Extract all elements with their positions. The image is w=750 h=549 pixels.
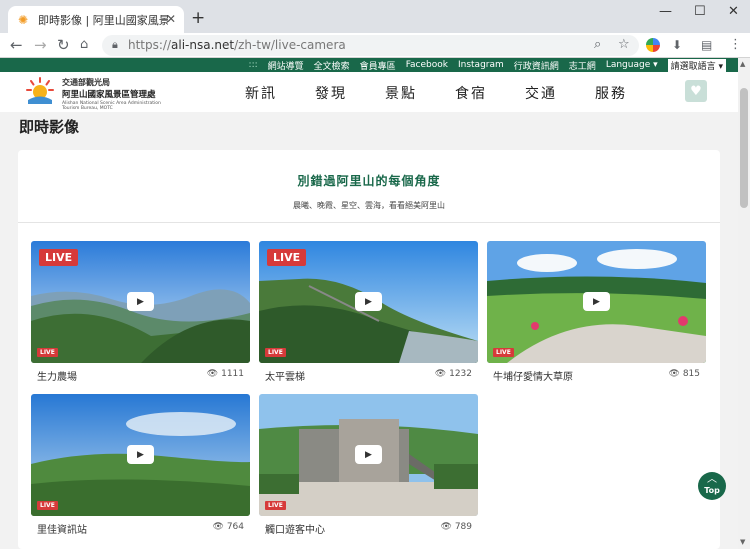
live-badge-small: LIVE — [265, 348, 286, 357]
live-camera-card: 別錯過阿里山的每個角度 晨曦、晚霞、星空、雲海，看看絕美阿里山 LIVE ▶ L… — [18, 150, 720, 549]
menu-kebab-icon[interactable]: ⋮ — [729, 37, 742, 52]
camera-name[interactable]: 牛埔仔愛情大草原 — [493, 368, 573, 383]
language-dropdown[interactable]: Language ▾ — [606, 60, 658, 70]
view-count: 👁︎ 815 — [668, 369, 700, 379]
eye-icon: 👁︎ — [212, 522, 227, 532]
link-sitemap[interactable]: 網站導覽 — [268, 59, 304, 72]
live-badge-small: LIVE — [37, 348, 58, 357]
lock-icon: 🔒︎ — [112, 38, 118, 51]
live-badge-small: LIVE — [493, 348, 514, 357]
live-badge: LIVE — [267, 249, 307, 266]
home-icon[interactable]: ⌂ — [80, 37, 88, 52]
back-to-top-button[interactable]: ︿ Top — [698, 472, 726, 500]
nav-transport[interactable]: 交通 — [525, 83, 557, 103]
live-badge: LIVE — [39, 249, 79, 266]
google-translate-select[interactable]: 請選取語言 ▾ — [667, 58, 726, 72]
play-icon[interactable]: ▶ — [355, 292, 382, 311]
link-admin-info[interactable]: 行政資訊網 — [514, 59, 559, 72]
new-tab-button[interactable]: + — [191, 8, 205, 28]
card-title: 別錯過阿里山的每個角度 — [297, 174, 441, 188]
play-icon[interactable]: ▶ — [127, 292, 154, 311]
main-content: 即時影像 別錯過阿里山的每個角度 晨曦、晚霞、星空、雲海，看看絕美阿里山 LIV… — [0, 112, 738, 549]
address-bar: ← → ↻ ⌂ 🔒︎ https://ali-nsa.net/zh-tw/liv… — [0, 33, 750, 58]
logo-admin-name: 阿里山國家風景區管理處 — [62, 90, 156, 100]
play-icon[interactable]: ▶ — [127, 445, 154, 464]
nav-food-lodging[interactable]: 食宿 — [455, 83, 487, 103]
eye-icon: 👁︎ — [434, 369, 450, 379]
camera-name[interactable]: 生力農場 — [37, 368, 77, 383]
card-header: 別錯過阿里山的每個角度 晨曦、晚霞、星空、雲海，看看絕美阿里山 — [18, 150, 720, 223]
link-volunteer[interactable]: 志工網 — [569, 59, 596, 72]
view-count: 👁︎ 789 — [440, 522, 472, 532]
download-icon[interactable]: ⬇ — [672, 38, 682, 52]
link-member[interactable]: 會員專區 — [360, 59, 396, 72]
camera-tile-chukou[interactable]: ▶ LIVE 觸口遊客中心 👁︎ 789 — [259, 394, 478, 536]
back-icon[interactable]: ← — [10, 36, 23, 54]
camera-thumbnail[interactable]: ▶ LIVE — [487, 241, 706, 363]
camera-tile-niupuzai[interactable]: ▶ LIVE 牛埔仔愛情大草原 👁︎ 815 — [487, 241, 706, 383]
minimize-icon[interactable]: — — [659, 4, 672, 19]
camera-name[interactable]: 里佳資訊站 — [37, 521, 87, 536]
camera-name[interactable]: 觸口遊客中心 — [265, 521, 325, 536]
browser-tabbar: ✺ 即時影像 | 阿里山國家風景區 ✕ + — ☐ ✕ — [0, 0, 750, 33]
camera-tile-shengli[interactable]: LIVE ▶ LIVE 生力農場 👁︎ 1111 — [31, 241, 250, 383]
close-window-icon[interactable]: ✕ — [728, 4, 739, 19]
camera-thumbnail[interactable]: ▶ LIVE — [31, 394, 250, 516]
card-subtitle: 晨曦、晚霞、星空、雲海，看看絕美阿里山 — [293, 201, 445, 210]
forward-icon[interactable]: → — [34, 36, 47, 54]
chevron-up-icon: ︿ — [707, 474, 717, 485]
eye-icon: 👁︎ — [206, 369, 222, 379]
page-scrollbar[interactable]: ▲ ▼ — [738, 58, 750, 549]
favorites-button[interactable]: ♥ — [685, 80, 707, 102]
live-badge-small: LIVE — [37, 501, 58, 510]
camera-tile-lijia[interactable]: ▶ LIVE 里佳資訊站 👁︎ 764 — [31, 394, 250, 536]
view-count: 👁︎ 764 — [212, 522, 244, 532]
play-icon[interactable]: ▶ — [583, 292, 610, 311]
heart-icon: ♥ — [690, 83, 702, 99]
sun-logo-icon[interactable] — [25, 76, 55, 106]
accesskey-dots[interactable]: ::: — [249, 60, 258, 70]
scroll-thumb[interactable] — [740, 88, 748, 208]
view-count: 👁︎ 1232 — [434, 369, 472, 379]
scroll-up-icon[interactable]: ▲ — [740, 60, 745, 68]
nav-attractions[interactable]: 景點 — [385, 83, 417, 103]
scroll-down-icon[interactable]: ▼ — [740, 538, 745, 546]
url-input[interactable]: 🔒︎ https://ali-nsa.net/zh-tw/live-camera… — [102, 35, 639, 56]
nav-discover[interactable]: 發現 — [315, 83, 347, 103]
cast-icon[interactable]: ▤ — [701, 38, 712, 52]
close-tab-icon[interactable]: ✕ — [166, 12, 176, 26]
site-logo[interactable]: 交通部觀光局 阿里山國家風景區管理處 Alishan National Scen… — [62, 77, 161, 111]
page-title: 即時影像 — [19, 118, 80, 136]
sun-favicon-icon: ✺ — [17, 12, 29, 27]
camera-tile-taiping[interactable]: LIVE ▶ LIVE 太平雲梯 👁︎ 1232 — [259, 241, 478, 383]
browser-tab[interactable]: ✺ 即時影像 | 阿里山國家風景區 ✕ — [8, 6, 184, 33]
camera-thumbnail[interactable]: ▶ LIVE — [259, 394, 478, 516]
link-instagram[interactable]: Instagram — [458, 60, 504, 70]
link-search[interactable]: 全文檢索 — [314, 59, 350, 72]
site-header: 交通部觀光局 阿里山國家風景區管理處 Alishan National Scen… — [0, 72, 738, 112]
bookmark-star-icon[interactable]: ☆ — [618, 37, 630, 52]
logo-bureau: 交通部觀光局 — [62, 78, 110, 87]
link-facebook[interactable]: Facebook — [406, 60, 448, 70]
top-label: Top — [704, 486, 720, 495]
nav-services[interactable]: 服務 — [595, 83, 627, 103]
tab-title: 即時影像 | 阿里山國家風景區 — [38, 13, 168, 27]
extension-icon[interactable] — [646, 38, 660, 52]
eye-icon: 👁︎ — [440, 522, 455, 532]
play-icon[interactable]: ▶ — [355, 445, 382, 464]
live-badge-small: LIVE — [265, 501, 286, 510]
camera-thumbnail[interactable]: LIVE ▶ LIVE — [259, 241, 478, 363]
reload-icon[interactable]: ↻ — [57, 36, 70, 54]
url-text: https://ali-nsa.net/zh-tw/live-camera — [128, 38, 346, 52]
nav-news[interactable]: 新訊 — [245, 83, 277, 103]
camera-name[interactable]: 太平雲梯 — [265, 368, 305, 383]
site-utility-bar: ::: 網站導覽 全文檢索 會員專區 Facebook Instagram 行政… — [0, 58, 738, 72]
maximize-icon[interactable]: ☐ — [694, 4, 706, 19]
view-count: 👁︎ 1111 — [206, 369, 244, 379]
camera-thumbnail[interactable]: LIVE ▶ LIVE — [31, 241, 250, 363]
logo-english-bureau: Tourism Bureau, MOTC — [62, 106, 113, 111]
zoom-icon[interactable]: ⌕ — [594, 37, 601, 52]
eye-icon: 👁︎ — [668, 369, 683, 379]
